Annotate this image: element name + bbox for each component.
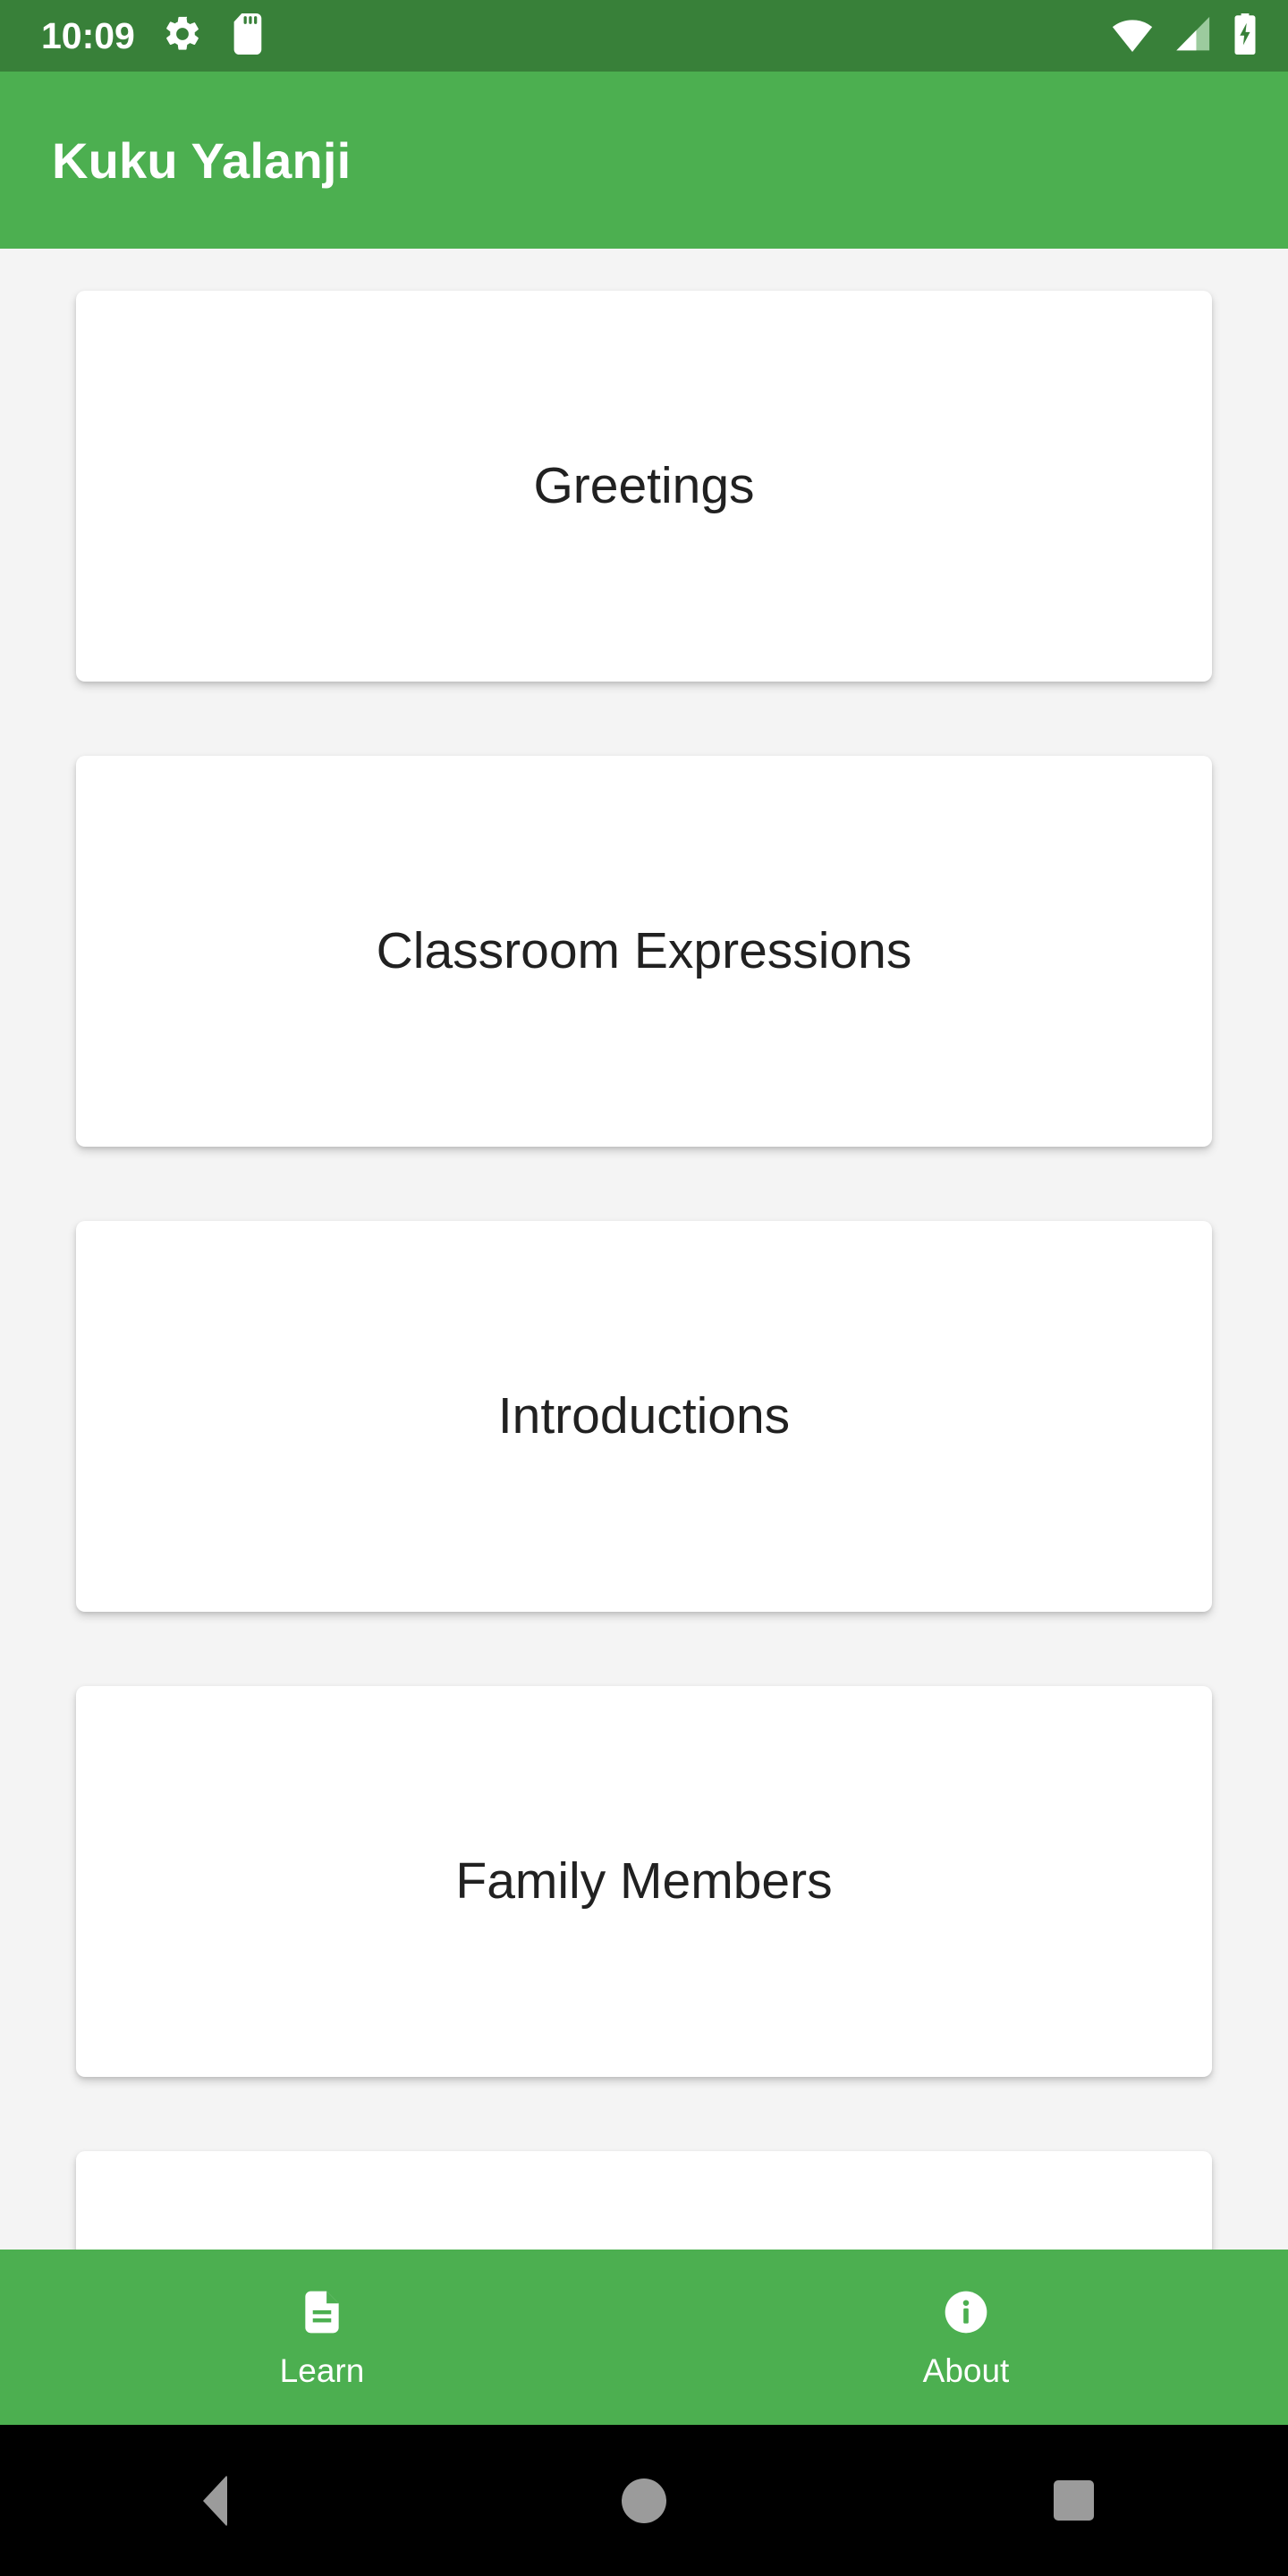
home-icon — [622, 2478, 666, 2523]
topic-card-family-members[interactable]: Family Members — [76, 1686, 1212, 2077]
system-recents-button[interactable] — [859, 2425, 1288, 2576]
article-icon — [297, 2287, 347, 2342]
phone-screen: 10:09 Kuku Yalanji Greetings Classroom E… — [0, 0, 1288, 2576]
status-clock: 10:09 — [41, 15, 135, 56]
cellular-signal-icon — [1174, 15, 1213, 57]
nav-item-learn[interactable]: Learn — [0, 2250, 644, 2425]
topic-card-label: Introductions — [497, 1387, 791, 1445]
android-system-navigation-bar — [0, 2425, 1288, 2576]
gear-icon — [162, 13, 203, 59]
topic-card-label: Greetings — [533, 457, 755, 515]
sd-card-icon — [228, 13, 266, 59]
bottom-navigation-bar: Learn About — [0, 2250, 1288, 2425]
topic-card-next[interactable] — [76, 2151, 1212, 2250]
back-icon — [202, 2474, 227, 2527]
info-icon — [941, 2287, 991, 2342]
topic-card-label: Family Members — [455, 1852, 833, 1911]
topic-card-list: Greetings Classroom Expressions Introduc… — [0, 249, 1288, 2250]
page-title: Kuku Yalanji — [52, 131, 352, 189]
nav-item-label: About — [922, 2352, 1010, 2389]
system-back-button[interactable] — [0, 2425, 429, 2576]
status-left-icons — [162, 13, 266, 59]
topic-card-classroom-expressions[interactable]: Classroom Expressions — [76, 756, 1212, 1147]
recents-icon — [1053, 2480, 1094, 2521]
nav-item-about[interactable]: About — [644, 2250, 1288, 2425]
status-bar: 10:09 — [0, 0, 1288, 72]
wifi-icon — [1111, 15, 1154, 57]
topic-card-introductions[interactable]: Introductions — [76, 1221, 1212, 1612]
topic-card-greetings[interactable]: Greetings — [76, 291, 1212, 682]
system-home-button[interactable] — [429, 2425, 859, 2576]
content-area[interactable]: Greetings Classroom Expressions Introduc… — [0, 249, 1288, 2250]
status-right-icons — [1111, 13, 1258, 59]
app-bar: Kuku Yalanji — [0, 72, 1288, 249]
topic-card-label: Classroom Expressions — [376, 922, 912, 980]
battery-charging-icon — [1233, 13, 1258, 59]
nav-item-label: Learn — [279, 2352, 365, 2389]
